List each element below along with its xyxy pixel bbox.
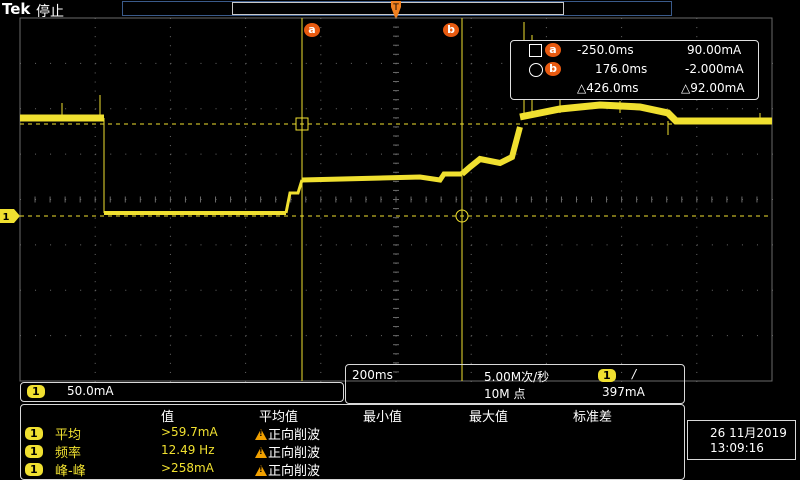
meas-row-2-mean: 正向削波 bbox=[255, 442, 320, 461]
channel-1-ground-marker: 1 bbox=[0, 209, 20, 223]
trigger-channel-badge: 1 bbox=[598, 369, 616, 382]
cursor-a-row: a -250.0ms 90.00mA bbox=[511, 42, 758, 60]
datetime-box[interactable]: 26 11月2019 13:09:16 bbox=[687, 420, 796, 460]
cursor-b-value: -2.000mA bbox=[685, 62, 744, 76]
cursor-delta-value: △92.00mA bbox=[681, 81, 745, 95]
cursor-b-tag[interactable]: b bbox=[443, 23, 459, 37]
meas-row-2-channel: 1 bbox=[25, 445, 43, 458]
cursor-a-badge: a bbox=[545, 43, 561, 57]
svg-text:1: 1 bbox=[3, 212, 10, 223]
square-icon bbox=[529, 44, 542, 57]
meas-row-2-value: 12.49 Hz bbox=[161, 443, 215, 457]
trigger-slope-icon: / bbox=[632, 367, 637, 381]
warning-icon bbox=[255, 429, 267, 440]
meas-row-1-name: 平均 bbox=[55, 428, 82, 443]
cursor-b-time: 176.0ms bbox=[595, 62, 648, 76]
meas-row-3-channel: 1 bbox=[25, 463, 43, 476]
trigger-level: 397mA bbox=[602, 385, 645, 399]
meas-row-3-value: >258mA bbox=[161, 461, 214, 475]
vertical-scale-value: 50.0mA bbox=[67, 384, 114, 398]
channel-1-scale-box[interactable]: 1 50.0mA bbox=[20, 382, 344, 402]
timebase-value: 200ms bbox=[352, 368, 393, 382]
measurement-table[interactable]: 值 平均值 最小值 最大值 标准差 1 平均 >59.7mA 正向削波 1 频率… bbox=[20, 404, 685, 480]
cursor-b-badge: b bbox=[545, 62, 561, 76]
meas-row-2-name: 频率 bbox=[55, 446, 82, 461]
cursor-a-tag[interactable]: a bbox=[304, 23, 320, 37]
brand-logo: Tek bbox=[2, 0, 31, 18]
channel-1-badge: 1 bbox=[27, 385, 45, 398]
circle-icon bbox=[529, 63, 543, 77]
header-max: 最大值 bbox=[469, 410, 509, 425]
cursor-a-value: 90.00mA bbox=[687, 43, 742, 57]
header-value: 值 bbox=[161, 410, 175, 425]
cursor-delta-row: △426.0ms △92.00mA bbox=[511, 80, 758, 98]
warning-icon bbox=[255, 465, 267, 476]
warning-icon bbox=[255, 447, 267, 458]
cursor-readout-panel[interactable]: a -250.0ms 90.00mA b 176.0ms -2.000mA △4… bbox=[510, 40, 759, 100]
sample-rate: 5.00M次/秒 bbox=[484, 370, 550, 384]
date-value: 26 11月2019 bbox=[710, 426, 787, 440]
cursor-a-time: -250.0ms bbox=[577, 43, 634, 57]
time-value: 13:09:16 bbox=[710, 441, 764, 455]
meas-row-3-mean: 正向削波 bbox=[255, 460, 320, 479]
header-mean: 平均值 bbox=[259, 410, 299, 425]
header-min: 最小值 bbox=[363, 410, 403, 425]
acquisition-info-box[interactable]: 200ms 5.00M次/秒 10M 点 1 / 397mA bbox=[345, 364, 685, 404]
trigger-marker-label: T bbox=[392, 3, 399, 13]
meas-row-3-name: 峰-峰 bbox=[55, 464, 86, 479]
meas-row-1-value: >59.7mA bbox=[161, 425, 218, 439]
meas-row-1-mean: 正向削波 bbox=[255, 424, 320, 443]
meas-row-1-channel: 1 bbox=[25, 427, 43, 440]
cursor-delta-time: △426.0ms bbox=[577, 81, 639, 95]
header-stddev: 标准差 bbox=[573, 410, 613, 425]
cursor-b-row: b 176.0ms -2.000mA bbox=[511, 61, 758, 79]
record-length: 10M 点 bbox=[484, 387, 526, 401]
